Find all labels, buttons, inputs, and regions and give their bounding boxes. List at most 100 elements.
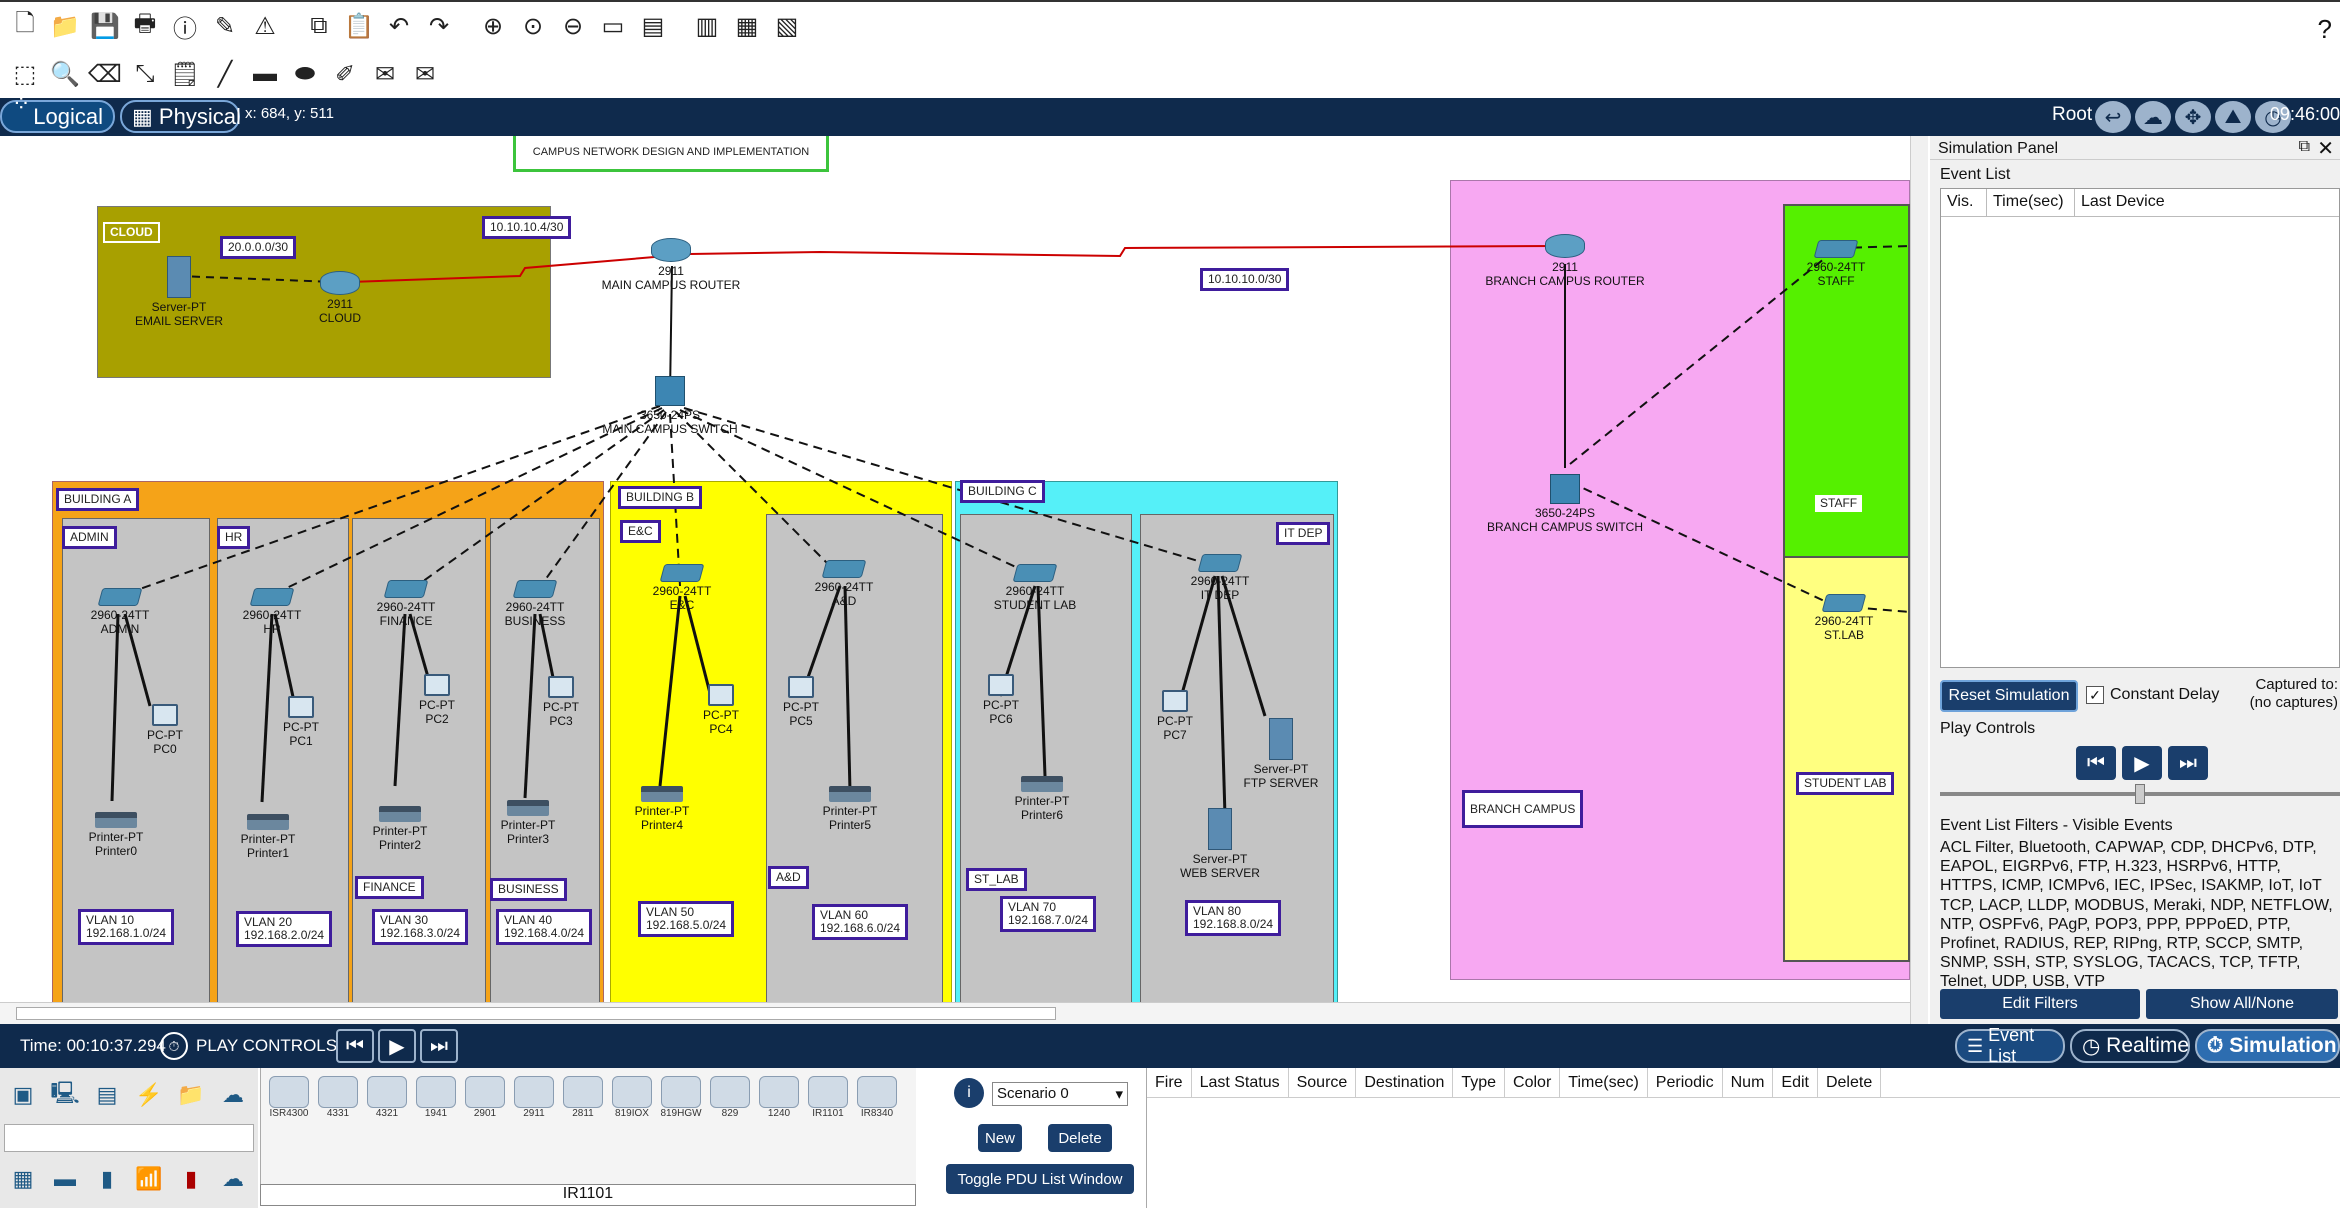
drawing-palette-icon[interactable]: ▭ (596, 9, 630, 43)
copy-icon[interactable]: ⧉ (302, 9, 336, 43)
move-icon[interactable]: ✥ (2175, 101, 2211, 133)
info-icon[interactable]: ⓘ (168, 9, 202, 43)
col-time[interactable]: Time(sec) (1560, 1067, 1648, 1098)
switches-icon[interactable]: ▬ (48, 1164, 82, 1194)
resize-icon[interactable]: ⤡ (128, 57, 162, 91)
pc-5[interactable]: PC-PT PC5 (774, 676, 828, 729)
switch-it-dep[interactable]: 2960-24TT IT DEP (1180, 554, 1260, 603)
note-icon[interactable]: 🗒 (168, 57, 202, 91)
wireless-icon[interactable]: 📶 (132, 1164, 166, 1194)
network-info-icon[interactable]: ⚠ (248, 9, 282, 43)
back-icon[interactable]: ↩ (2095, 101, 2131, 133)
col-color[interactable]: Color (1505, 1067, 1561, 1098)
email-server[interactable]: Server-PT EMAIL SERVER (124, 256, 234, 329)
workspace-vertical-scrollbar[interactable] (1910, 136, 1928, 1024)
cluster-icon[interactable]: ☁ (2135, 101, 2171, 133)
activity-wizard-icon[interactable]: ✎ (208, 9, 242, 43)
open-folder-icon[interactable]: 📁 (48, 9, 82, 43)
device-type-item[interactable]: 4321 (365, 1076, 409, 1119)
switch-st-lab[interactable]: 2960-24TT ST.LAB (1808, 594, 1880, 643)
printer-5[interactable]: Printer-PT Printer5 (814, 786, 886, 833)
event-list-toggle[interactable]: ☰ Event List (1955, 1025, 2065, 1066)
device-type-item[interactable]: 829 (708, 1076, 752, 1119)
viewport-icon[interactable]: ▥ (690, 9, 724, 43)
image-icon[interactable]: ▦ (730, 9, 764, 43)
physical-tab[interactable]: ▦ Physical (120, 100, 241, 133)
col-vis[interactable]: Vis. (1941, 189, 1987, 216)
logical-tab[interactable]: ⁘ Logical (0, 91, 115, 133)
col-last-device[interactable]: Last Device (2075, 189, 2339, 216)
pc-7[interactable]: PC-PT PC7 (1148, 690, 1202, 743)
help-icon[interactable]: ? (2318, 14, 2332, 45)
custom-device-icon[interactable]: ▤ (636, 9, 670, 43)
hubs-icon[interactable]: ▮ (90, 1164, 124, 1194)
step-forward-button[interactable]: ⏭ (2168, 746, 2208, 780)
device-type-item[interactable]: 1941 (414, 1076, 458, 1119)
timer-icon[interactable]: ⏱ (160, 1032, 188, 1060)
connections-icon[interactable]: ⚡ (132, 1080, 166, 1110)
device-type-item[interactable]: IR1101 (806, 1076, 850, 1119)
col-source[interactable]: Source (1289, 1067, 1357, 1098)
save-icon[interactable]: 💾 (88, 9, 122, 43)
reset-simulation-button[interactable]: Reset Simulation (1940, 680, 2078, 712)
select-icon[interactable]: ⬚ (8, 57, 42, 91)
redo-icon[interactable]: ↷ (422, 9, 456, 43)
zoom-in-icon[interactable]: ⊕ (476, 9, 510, 43)
new-file-icon[interactable]: 🗋 (8, 9, 42, 43)
printer-3[interactable]: Printer-PT Printer3 (492, 800, 564, 847)
web-server[interactable]: Server-PT WEB SERVER (1175, 808, 1265, 881)
device-type-item[interactable]: 4331 (316, 1076, 360, 1119)
info-icon[interactable]: i (954, 1078, 984, 1108)
pc-6[interactable]: PC-PT PC6 (974, 674, 1028, 727)
inspect-icon[interactable]: 🔍 (48, 57, 82, 91)
delete-scenario-button[interactable]: Delete (1048, 1124, 1112, 1152)
multiuser-icon[interactable]: ☁ (216, 1080, 250, 1110)
branch-campus-switch[interactable]: 3650-24PS BRANCH CAMPUS SWITCH (1480, 474, 1650, 535)
device-type-item[interactable]: 2911 (512, 1076, 556, 1119)
print-icon[interactable]: 🖶 (128, 9, 162, 43)
background-icon[interactable]: ⛰ (2215, 101, 2251, 133)
security-icon[interactable]: ▮ (174, 1164, 208, 1194)
cloud-router[interactable]: 2911 CLOUD (305, 271, 375, 326)
col-periodic[interactable]: Periodic (1648, 1067, 1723, 1098)
col-type[interactable]: Type (1453, 1067, 1506, 1098)
toggle-pdu-list-button[interactable]: Toggle PDU List Window (946, 1164, 1134, 1194)
logical-workspace[interactable]: CAMPUS NETWORK DESIGN AND IMPLEMENTATION… (0, 136, 1925, 1024)
pc-0[interactable]: PC-PT PC0 (138, 704, 192, 757)
delete-icon[interactable]: ⌫ (88, 57, 122, 91)
col-time[interactable]: Time(sec) (1987, 189, 2075, 216)
device-type-item[interactable]: 819HGW (659, 1076, 703, 1119)
show-all-none-button[interactable]: Show All/None (2146, 989, 2338, 1019)
edit-filters-button[interactable]: Edit Filters (1940, 989, 2140, 1019)
switch-hr[interactable]: 2960-24TT HR (232, 588, 312, 637)
freeform-icon[interactable]: ✐ (328, 57, 362, 91)
main-campus-switch[interactable]: 3650-24PS MAIN CAMPUS SWITCH (590, 376, 750, 437)
zoom-reset-icon[interactable]: ⊙ (516, 9, 550, 43)
image-icon-2[interactable]: ▧ (770, 9, 804, 43)
complex-pdu-icon[interactable]: ✉ (408, 57, 442, 91)
printer-0[interactable]: Printer-PT Printer0 (80, 812, 152, 859)
end-devices-icon[interactable]: 🖳 (48, 1080, 82, 1110)
switch-business[interactable]: 2960-24TT BUSINESS (495, 580, 575, 629)
col-num[interactable]: Num (1723, 1067, 1774, 1098)
rectangle-icon[interactable]: ▬ (248, 57, 282, 91)
components-icon[interactable]: ▤ (90, 1080, 124, 1110)
switch-ad[interactable]: 2960-24TT A&D (804, 560, 884, 609)
pc-3[interactable]: PC-PT PC3 (534, 676, 588, 729)
zoom-out-icon[interactable]: ⊖ (556, 9, 590, 43)
simple-pdu-icon[interactable]: ✉ (368, 57, 402, 91)
col-delete[interactable]: Delete (1818, 1067, 1882, 1098)
workspace-horizontal-scrollbar[interactable] (0, 1002, 1910, 1024)
printer-4[interactable]: Printer-PT Printer4 (626, 786, 698, 833)
event-list-table[interactable]: Vis. Time(sec) Last Device (1940, 188, 2340, 668)
bar-step-forward-button[interactable]: ⏭ (420, 1029, 458, 1063)
scrollbar-thumb[interactable] (16, 1007, 1056, 1020)
scenario-select[interactable]: Scenario 0 ▾ (992, 1082, 1128, 1106)
switch-staff[interactable]: 2960-24TT STAFF (1800, 240, 1872, 289)
device-type-item[interactable]: 1240 (757, 1076, 801, 1119)
switch-finance[interactable]: 2960-24TT FINANCE (366, 580, 446, 629)
close-icon[interactable]: ✕ (2317, 136, 2334, 161)
pc-1[interactable]: PC-PT PC1 (274, 696, 328, 749)
pc-2[interactable]: PC-PT PC2 (410, 674, 464, 727)
routers-icon[interactable]: ▦ (6, 1164, 40, 1194)
